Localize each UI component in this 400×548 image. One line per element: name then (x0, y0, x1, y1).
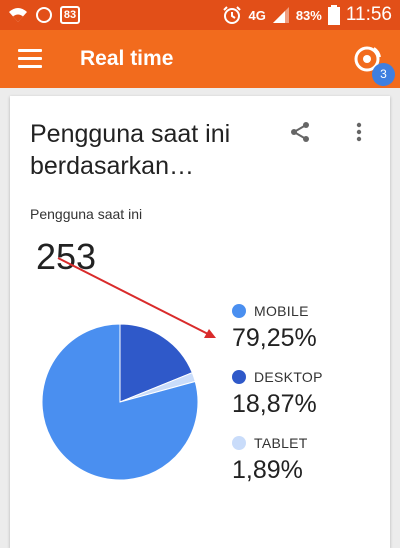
more-vert-icon[interactable] (352, 120, 366, 144)
status-bar: 83 4G 83% 11:56 (0, 0, 400, 30)
alarm-icon (223, 6, 242, 24)
legend-label: DESKTOP (254, 369, 323, 385)
share-icon[interactable] (288, 120, 312, 144)
app-toolbar: Real time (0, 30, 400, 88)
device-pie-chart (41, 323, 199, 481)
realtime-count-badge: 3 (372, 63, 395, 86)
clock: 11:56 (345, 4, 392, 25)
page-title: Real time (80, 47, 174, 70)
legend-swatch-tablet (232, 436, 246, 450)
signal-icon (272, 7, 289, 23)
legend-value: 79,25% (232, 324, 317, 352)
circle-icon (36, 7, 52, 23)
legend-swatch-desktop (232, 370, 246, 384)
menu-icon[interactable] (18, 49, 42, 69)
battery-percent: 83% (295, 7, 322, 23)
notification-badge: 83 (60, 6, 80, 24)
current-users-label: Pengguna saat ini (30, 206, 143, 222)
current-users-card: Pengguna saat ini berdasarkan… Pengguna … (10, 96, 390, 548)
legend-swatch-mobile (232, 304, 246, 318)
card-title: Pengguna saat ini berdasarkan… (30, 120, 231, 180)
legend-value: 1,89% (232, 456, 303, 484)
wifi-icon (9, 8, 27, 22)
network-type: 4G (248, 7, 266, 23)
status-bar-left: 83 (8, 4, 80, 26)
status-bar-right: 4G 83% 11:56 (222, 4, 392, 26)
legend-value: 18,87% (232, 390, 317, 418)
current-users-count: 253 (36, 236, 97, 277)
legend-label: TABLET (254, 435, 308, 451)
battery-icon (327, 5, 340, 25)
legend-label: MOBILE (254, 303, 309, 319)
